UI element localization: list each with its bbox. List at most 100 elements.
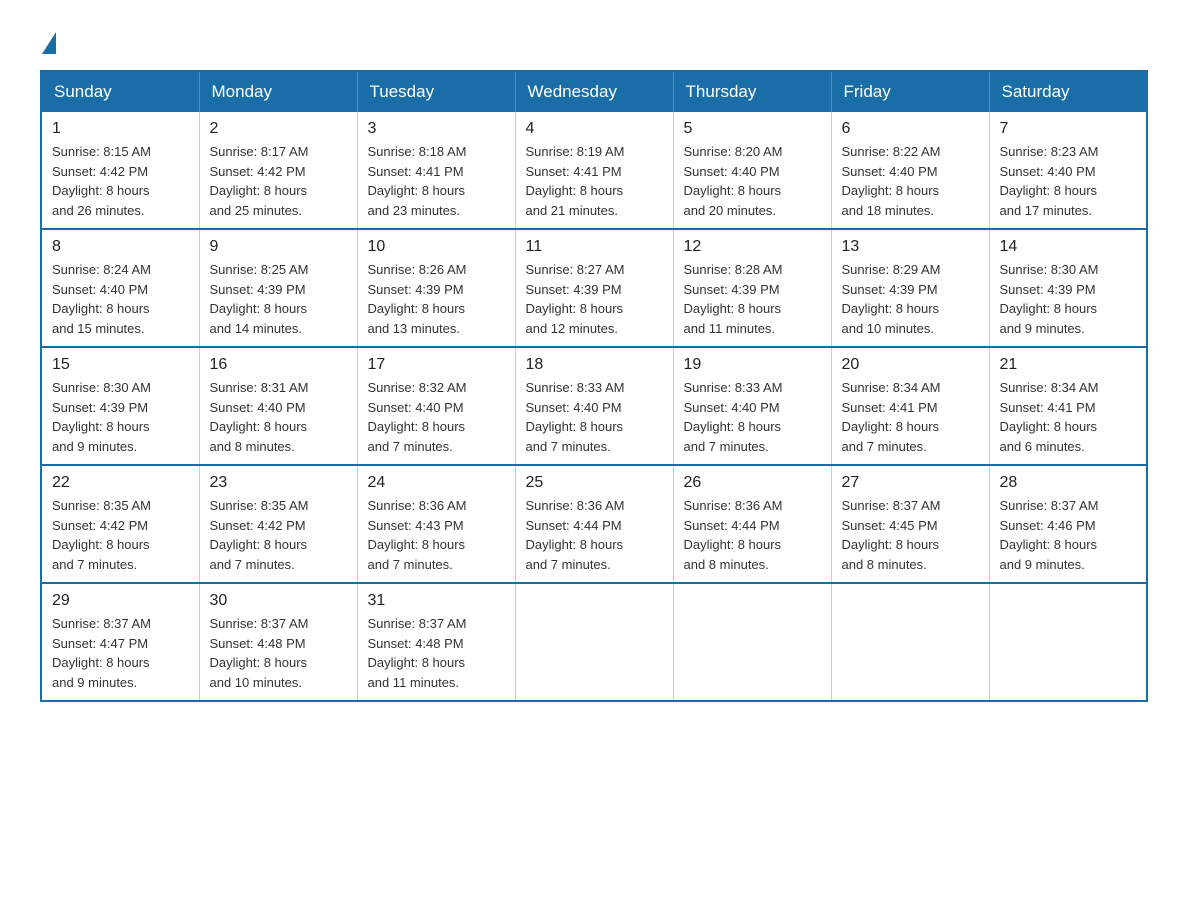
calendar-table: SundayMondayTuesdayWednesdayThursdayFrid… [40,70,1148,702]
calendar-cell: 2 Sunrise: 8:17 AMSunset: 4:42 PMDayligh… [199,112,357,229]
calendar-week-row: 29 Sunrise: 8:37 AMSunset: 4:47 PMDaylig… [41,583,1147,701]
day-number: 15 [52,356,189,374]
day-number: 9 [210,238,347,256]
page-header [40,30,1148,50]
day-number: 16 [210,356,347,374]
column-header-friday: Friday [831,71,989,112]
column-header-wednesday: Wednesday [515,71,673,112]
day-info: Sunrise: 8:30 AMSunset: 4:39 PMDaylight:… [52,380,151,454]
day-number: 8 [52,238,189,256]
day-info: Sunrise: 8:17 AMSunset: 4:42 PMDaylight:… [210,144,309,218]
day-number: 7 [1000,120,1137,138]
day-number: 25 [526,474,663,492]
calendar-cell [515,583,673,701]
day-info: Sunrise: 8:36 AMSunset: 4:44 PMDaylight:… [684,498,783,572]
calendar-cell: 16 Sunrise: 8:31 AMSunset: 4:40 PMDaylig… [199,347,357,465]
day-info: Sunrise: 8:22 AMSunset: 4:40 PMDaylight:… [842,144,941,218]
day-info: Sunrise: 8:37 AMSunset: 4:47 PMDaylight:… [52,616,151,690]
day-number: 23 [210,474,347,492]
calendar-cell: 6 Sunrise: 8:22 AMSunset: 4:40 PMDayligh… [831,112,989,229]
calendar-cell: 17 Sunrise: 8:32 AMSunset: 4:40 PMDaylig… [357,347,515,465]
calendar-cell: 31 Sunrise: 8:37 AMSunset: 4:48 PMDaylig… [357,583,515,701]
day-info: Sunrise: 8:29 AMSunset: 4:39 PMDaylight:… [842,262,941,336]
day-info: Sunrise: 8:35 AMSunset: 4:42 PMDaylight:… [210,498,309,572]
calendar-cell: 26 Sunrise: 8:36 AMSunset: 4:44 PMDaylig… [673,465,831,583]
calendar-cell: 14 Sunrise: 8:30 AMSunset: 4:39 PMDaylig… [989,229,1147,347]
calendar-cell: 24 Sunrise: 8:36 AMSunset: 4:43 PMDaylig… [357,465,515,583]
day-number: 14 [1000,238,1137,256]
calendar-cell: 5 Sunrise: 8:20 AMSunset: 4:40 PMDayligh… [673,112,831,229]
calendar-cell: 29 Sunrise: 8:37 AMSunset: 4:47 PMDaylig… [41,583,199,701]
day-number: 1 [52,120,189,138]
calendar-cell: 13 Sunrise: 8:29 AMSunset: 4:39 PMDaylig… [831,229,989,347]
day-info: Sunrise: 8:32 AMSunset: 4:40 PMDaylight:… [368,380,467,454]
day-info: Sunrise: 8:25 AMSunset: 4:39 PMDaylight:… [210,262,309,336]
day-number: 3 [368,120,505,138]
day-info: Sunrise: 8:37 AMSunset: 4:45 PMDaylight:… [842,498,941,572]
column-header-thursday: Thursday [673,71,831,112]
day-info: Sunrise: 8:15 AMSunset: 4:42 PMDaylight:… [52,144,151,218]
column-header-monday: Monday [199,71,357,112]
calendar-cell: 23 Sunrise: 8:35 AMSunset: 4:42 PMDaylig… [199,465,357,583]
day-info: Sunrise: 8:30 AMSunset: 4:39 PMDaylight:… [1000,262,1099,336]
calendar-cell [831,583,989,701]
day-number: 13 [842,238,979,256]
day-info: Sunrise: 8:37 AMSunset: 4:48 PMDaylight:… [210,616,309,690]
column-header-tuesday: Tuesday [357,71,515,112]
calendar-cell: 25 Sunrise: 8:36 AMSunset: 4:44 PMDaylig… [515,465,673,583]
calendar-week-row: 1 Sunrise: 8:15 AMSunset: 4:42 PMDayligh… [41,112,1147,229]
day-info: Sunrise: 8:18 AMSunset: 4:41 PMDaylight:… [368,144,467,218]
day-info: Sunrise: 8:34 AMSunset: 4:41 PMDaylight:… [842,380,941,454]
calendar-cell [989,583,1147,701]
day-info: Sunrise: 8:23 AMSunset: 4:40 PMDaylight:… [1000,144,1099,218]
day-number: 10 [368,238,505,256]
calendar-cell: 21 Sunrise: 8:34 AMSunset: 4:41 PMDaylig… [989,347,1147,465]
calendar-cell: 11 Sunrise: 8:27 AMSunset: 4:39 PMDaylig… [515,229,673,347]
day-info: Sunrise: 8:19 AMSunset: 4:41 PMDaylight:… [526,144,625,218]
day-info: Sunrise: 8:33 AMSunset: 4:40 PMDaylight:… [526,380,625,454]
day-info: Sunrise: 8:33 AMSunset: 4:40 PMDaylight:… [684,380,783,454]
day-number: 6 [842,120,979,138]
day-info: Sunrise: 8:34 AMSunset: 4:41 PMDaylight:… [1000,380,1099,454]
calendar-header-row: SundayMondayTuesdayWednesdayThursdayFrid… [41,71,1147,112]
calendar-week-row: 8 Sunrise: 8:24 AMSunset: 4:40 PMDayligh… [41,229,1147,347]
day-number: 24 [368,474,505,492]
column-header-saturday: Saturday [989,71,1147,112]
calendar-cell: 4 Sunrise: 8:19 AMSunset: 4:41 PMDayligh… [515,112,673,229]
day-number: 27 [842,474,979,492]
day-info: Sunrise: 8:24 AMSunset: 4:40 PMDaylight:… [52,262,151,336]
day-info: Sunrise: 8:28 AMSunset: 4:39 PMDaylight:… [684,262,783,336]
calendar-cell: 15 Sunrise: 8:30 AMSunset: 4:39 PMDaylig… [41,347,199,465]
logo-triangle-icon [42,32,56,54]
day-number: 5 [684,120,821,138]
day-number: 12 [684,238,821,256]
day-info: Sunrise: 8:35 AMSunset: 4:42 PMDaylight:… [52,498,151,572]
day-number: 29 [52,592,189,610]
day-info: Sunrise: 8:37 AMSunset: 4:46 PMDaylight:… [1000,498,1099,572]
calendar-cell: 30 Sunrise: 8:37 AMSunset: 4:48 PMDaylig… [199,583,357,701]
day-number: 26 [684,474,821,492]
calendar-cell: 8 Sunrise: 8:24 AMSunset: 4:40 PMDayligh… [41,229,199,347]
column-header-sunday: Sunday [41,71,199,112]
calendar-week-row: 22 Sunrise: 8:35 AMSunset: 4:42 PMDaylig… [41,465,1147,583]
calendar-cell: 19 Sunrise: 8:33 AMSunset: 4:40 PMDaylig… [673,347,831,465]
calendar-cell [673,583,831,701]
day-info: Sunrise: 8:36 AMSunset: 4:44 PMDaylight:… [526,498,625,572]
calendar-cell: 1 Sunrise: 8:15 AMSunset: 4:42 PMDayligh… [41,112,199,229]
day-info: Sunrise: 8:37 AMSunset: 4:48 PMDaylight:… [368,616,467,690]
day-number: 11 [526,238,663,256]
day-number: 20 [842,356,979,374]
calendar-cell: 22 Sunrise: 8:35 AMSunset: 4:42 PMDaylig… [41,465,199,583]
logo [40,30,56,50]
day-info: Sunrise: 8:27 AMSunset: 4:39 PMDaylight:… [526,262,625,336]
calendar-week-row: 15 Sunrise: 8:30 AMSunset: 4:39 PMDaylig… [41,347,1147,465]
calendar-cell: 3 Sunrise: 8:18 AMSunset: 4:41 PMDayligh… [357,112,515,229]
day-info: Sunrise: 8:36 AMSunset: 4:43 PMDaylight:… [368,498,467,572]
day-info: Sunrise: 8:31 AMSunset: 4:40 PMDaylight:… [210,380,309,454]
day-number: 21 [1000,356,1137,374]
day-number: 28 [1000,474,1137,492]
day-number: 31 [368,592,505,610]
calendar-cell: 18 Sunrise: 8:33 AMSunset: 4:40 PMDaylig… [515,347,673,465]
day-number: 4 [526,120,663,138]
calendar-cell: 28 Sunrise: 8:37 AMSunset: 4:46 PMDaylig… [989,465,1147,583]
